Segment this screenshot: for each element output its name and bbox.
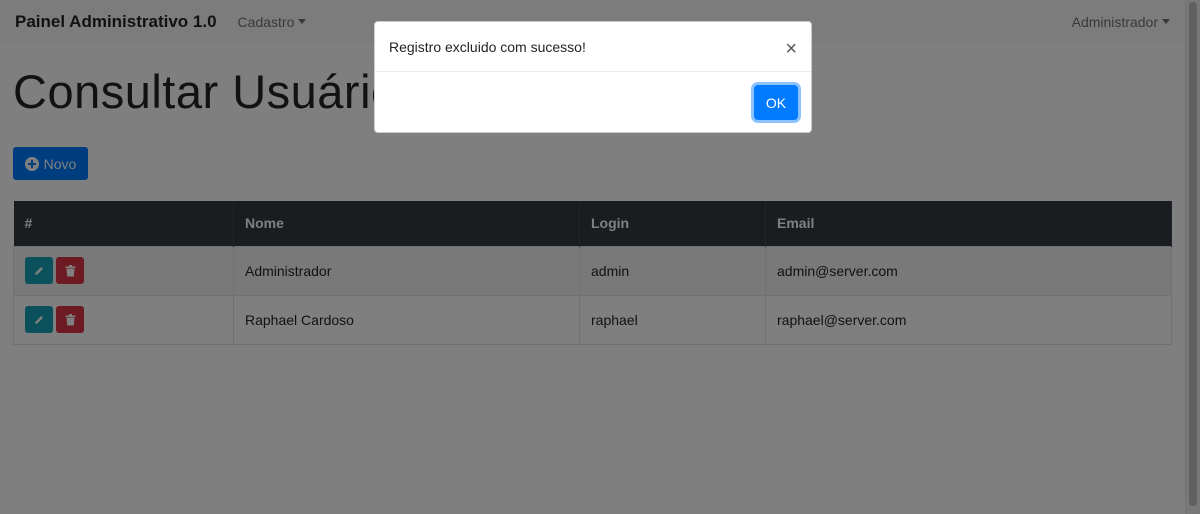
ok-button[interactable]: OK bbox=[754, 85, 798, 120]
dialog-header: Registro excluido com sucesso! × bbox=[375, 22, 811, 72]
dialog-footer: OK bbox=[375, 72, 811, 133]
close-icon[interactable]: × bbox=[785, 39, 797, 59]
dialog-message: Registro excluido com sucesso! bbox=[389, 38, 586, 55]
page: Painel Administrativo 1.0 Cadastro Admin… bbox=[0, 0, 1200, 514]
success-dialog: Registro excluido com sucesso! × OK bbox=[374, 21, 812, 133]
